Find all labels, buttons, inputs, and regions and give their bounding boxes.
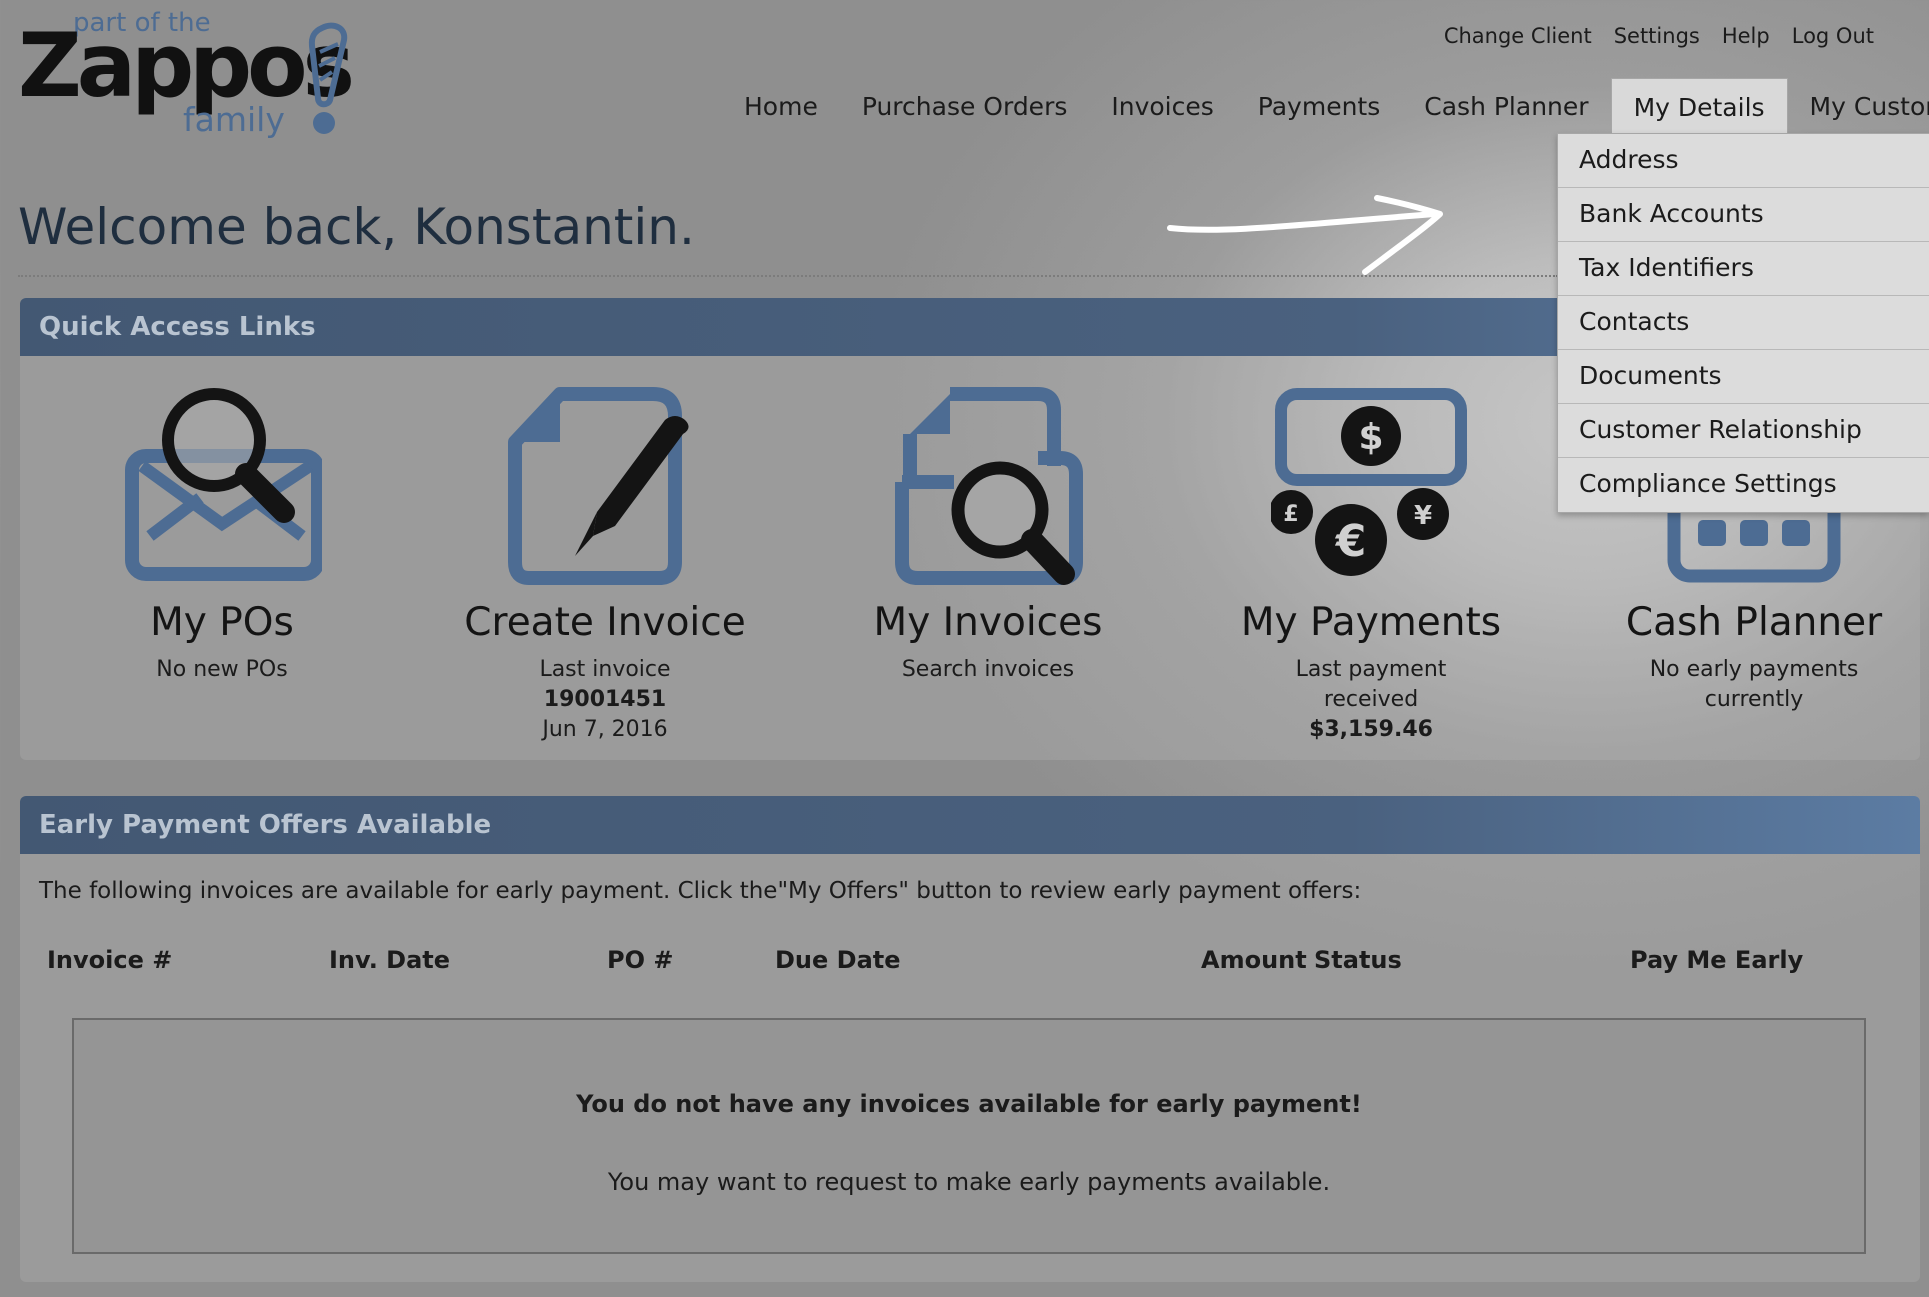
page-title: Welcome back, Konstantin.: [18, 198, 695, 256]
document-pen-icon: [508, 387, 689, 585]
col-pay-me-early[interactable]: Pay Me Early: [1630, 946, 1803, 974]
zappos-family-logo[interactable]: part of the Zappos family: [18, 8, 358, 143]
menu-item-compliance-settings[interactable]: Compliance Settings: [1558, 458, 1929, 512]
col-due-date[interactable]: Due Date: [775, 946, 901, 974]
last-payment-amount: $3,159.46: [1309, 717, 1433, 742]
tile-subtitle: Last invoice: [539, 657, 671, 682]
exclamation-shoe-icon: [308, 22, 348, 134]
log-out-link[interactable]: Log Out: [1792, 24, 1874, 48]
nav-payments[interactable]: Payments: [1236, 78, 1402, 136]
tile-title: My POs: [150, 600, 294, 645]
tile-create-invoice[interactable]: Create Invoice Last invoice 19001451 Jun…: [405, 386, 805, 745]
tile-subtitle: No early payments: [1649, 657, 1859, 682]
tile-title: Cash Planner: [1625, 600, 1883, 645]
utility-links: Change Client Settings Help Log Out: [1444, 24, 1874, 48]
col-status[interactable]: Status: [1314, 946, 1402, 974]
settings-link[interactable]: Settings: [1614, 24, 1700, 48]
currency-icon: $ £ € ¥: [1271, 388, 1467, 576]
menu-item-contacts[interactable]: Contacts: [1558, 296, 1929, 350]
nav-my-details[interactable]: My Details: [1610, 78, 1788, 136]
nav-purchase-orders[interactable]: Purchase Orders: [840, 78, 1090, 136]
svg-text:£: £: [1283, 502, 1298, 527]
my-details-dropdown: Address Bank Accounts Tax Identifiers Co…: [1557, 133, 1929, 513]
last-invoice-date: Jun 7, 2016: [542, 717, 668, 742]
tile-subtitle: No new POs: [156, 657, 288, 682]
early-payment-header: Early Payment Offers Available: [20, 796, 1920, 854]
main-navigation: Home Purchase Orders Invoices Payments C…: [722, 78, 1929, 136]
svg-text:€: €: [1335, 516, 1367, 567]
envelope-search-icon: [125, 388, 322, 581]
menu-item-bank-accounts[interactable]: Bank Accounts: [1558, 188, 1929, 242]
last-invoice-number: 19001451: [543, 687, 667, 712]
tile-my-payments[interactable]: $ £ € ¥ My Payments Last payment receive…: [1171, 386, 1571, 745]
tile-title: My Invoices: [873, 600, 1103, 645]
tile-title: Create Invoice: [464, 600, 746, 645]
nav-my-customer[interactable]: My Customer: [1788, 78, 1929, 136]
tile-subtitle: Search invoices: [901, 657, 1075, 682]
tile-my-invoices[interactable]: My Invoices Search invoices: [788, 386, 1188, 685]
annotation-arrow-icon: [1167, 195, 1443, 275]
svg-text:$: $: [1358, 417, 1383, 458]
early-payment-panel: Early Payment Offers Available The follo…: [20, 796, 1920, 1282]
empty-state-box: You do not have any invoices available f…: [72, 1018, 1866, 1254]
menu-item-customer-relationship[interactable]: Customer Relationship: [1558, 404, 1929, 458]
tile-title: My Payments: [1240, 600, 1502, 645]
documents-search-icon: [895, 387, 1083, 585]
menu-item-tax-identifiers[interactable]: Tax Identifiers: [1558, 242, 1929, 296]
menu-item-documents[interactable]: Documents: [1558, 350, 1929, 404]
menu-item-address[interactable]: Address: [1558, 134, 1929, 188]
change-client-link[interactable]: Change Client: [1444, 24, 1592, 48]
nav-invoices[interactable]: Invoices: [1089, 78, 1235, 136]
logo-tagline-bottom: family: [183, 100, 285, 139]
nav-home[interactable]: Home: [722, 78, 840, 136]
tile-subtitle-2: currently: [1704, 687, 1804, 712]
tile-subtitle: Last payment: [1295, 657, 1447, 682]
help-link[interactable]: Help: [1722, 24, 1770, 48]
nav-cash-planner[interactable]: Cash Planner: [1402, 78, 1610, 136]
empty-state-title: You do not have any invoices available f…: [576, 1090, 1362, 1118]
svg-text:¥: ¥: [1414, 501, 1432, 531]
tile-my-pos[interactable]: My POs No new POs: [22, 386, 422, 685]
tile-subtitle-2: received: [1323, 687, 1419, 712]
col-po-number[interactable]: PO #: [607, 946, 673, 974]
empty-state-message: You may want to request to make early pa…: [607, 1168, 1331, 1196]
col-invoice-number[interactable]: Invoice #: [47, 946, 172, 974]
col-amount[interactable]: Amount: [1201, 946, 1307, 974]
early-payment-intro: The following invoices are available for…: [39, 878, 1362, 904]
col-inv-date[interactable]: Inv. Date: [329, 946, 450, 974]
